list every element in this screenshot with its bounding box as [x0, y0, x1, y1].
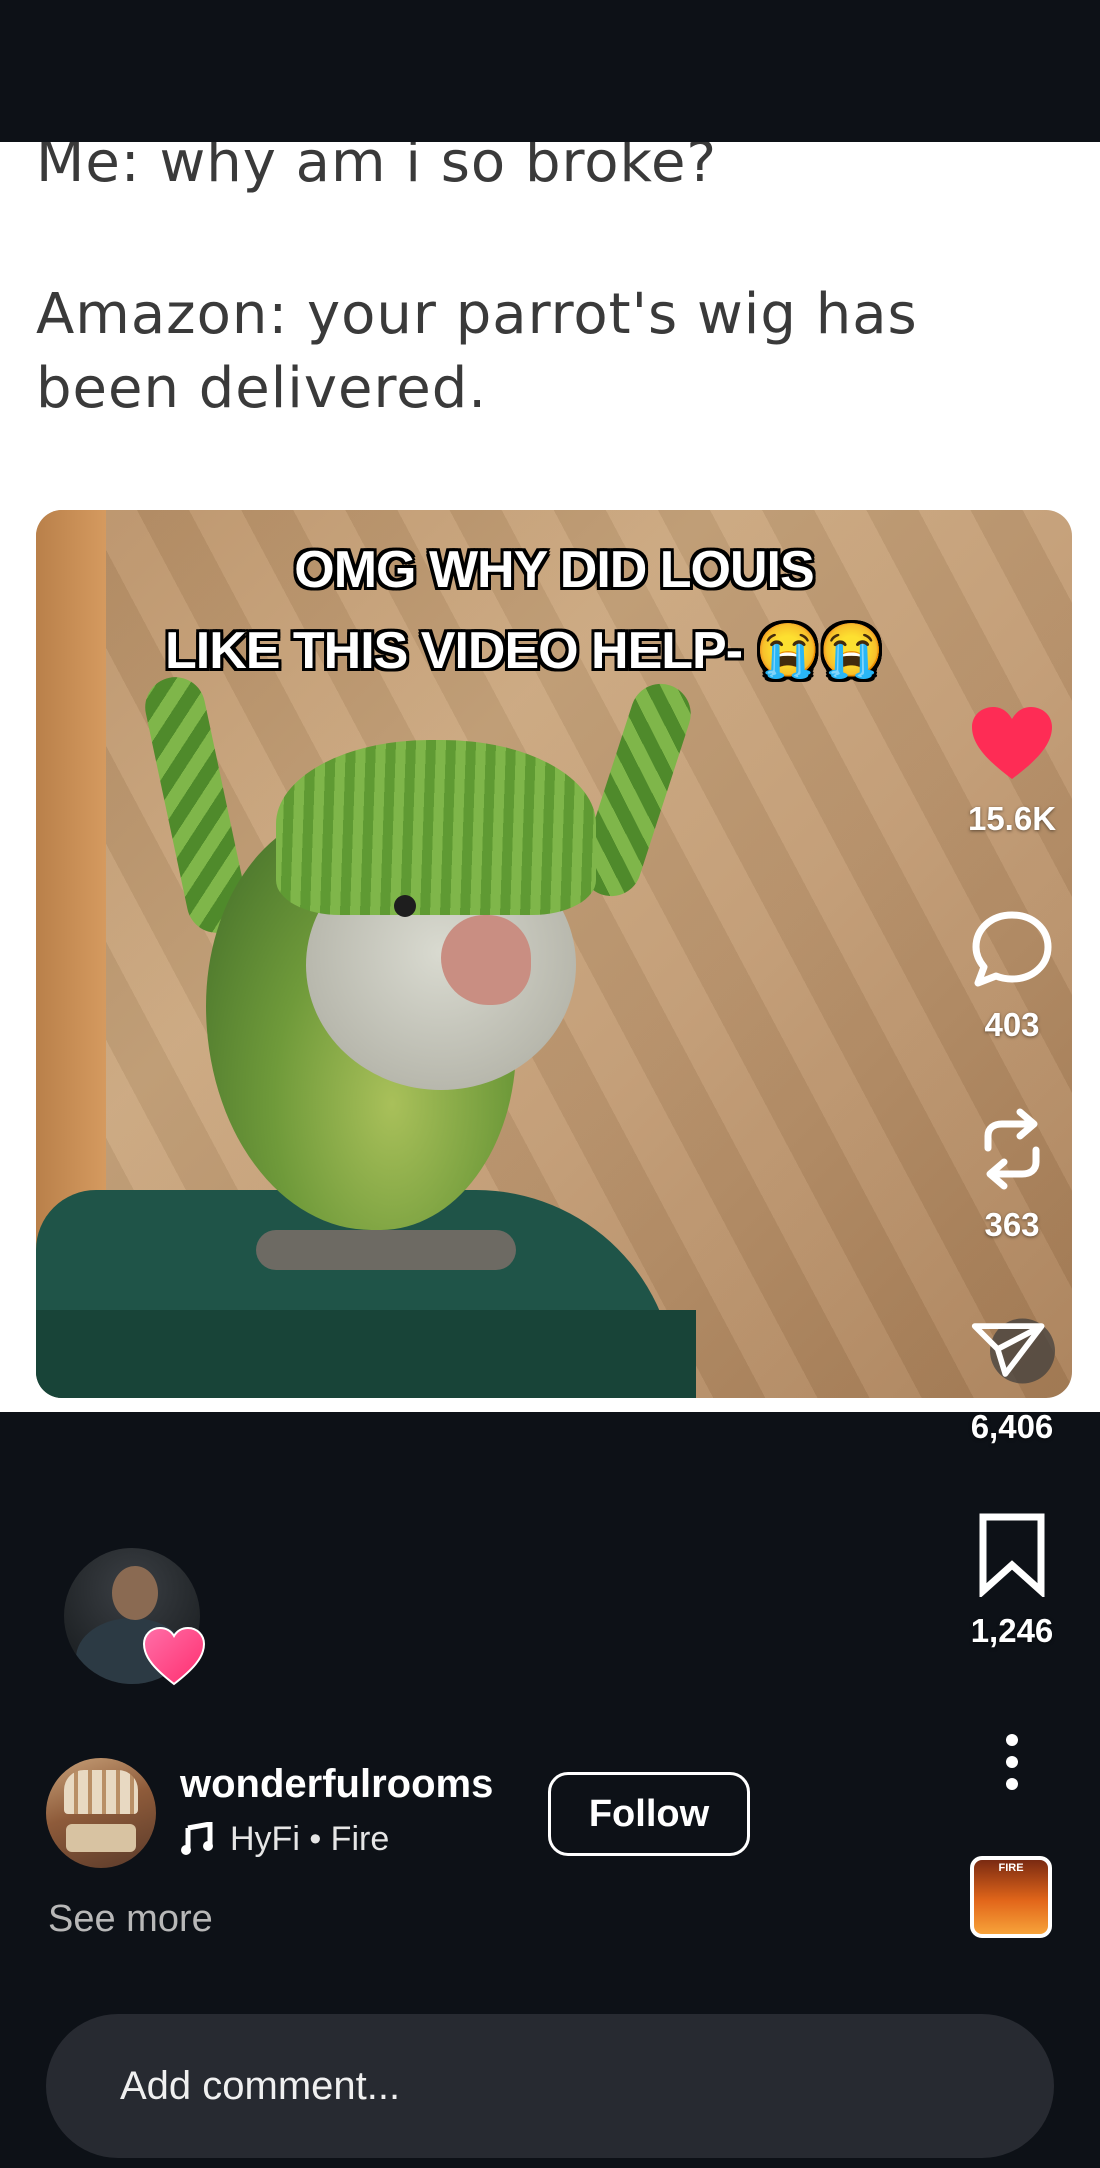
avatar-window	[64, 1770, 138, 1814]
comment-bar[interactable]	[46, 2014, 1054, 2158]
comment-icon[interactable]	[969, 906, 1055, 992]
bookmark-icon[interactable]	[969, 1512, 1055, 1598]
couch-base	[36, 1310, 696, 1398]
more-options-icon[interactable]	[1000, 1732, 1024, 1792]
repost-count: 363	[984, 1206, 1040, 1243]
comment-action[interactable]: 403	[952, 906, 1072, 1044]
avatar-head	[112, 1566, 158, 1620]
music-info[interactable]: HyFi • Fire	[230, 1820, 389, 1859]
video-scroll-indicator[interactable]	[1087, 796, 1095, 1112]
avatar-rug	[66, 1824, 136, 1852]
meme-post[interactable]: Me: why am i so broke? Amazon: your parr…	[0, 142, 1100, 1412]
repost-icon[interactable]	[969, 1106, 1055, 1192]
meme-text-answer-line2: been delivered.	[36, 356, 488, 421]
comment-count: 403	[984, 1006, 1040, 1043]
parrot-feet	[256, 1230, 516, 1270]
pink-heart-icon	[142, 1626, 206, 1686]
follow-button[interactable]: Follow	[548, 1772, 750, 1856]
meme-text-question: Me: why am i so broke?	[36, 142, 718, 195]
parrot-eye	[394, 895, 416, 917]
share-icon[interactable]	[969, 1308, 1055, 1394]
share-count: 6,406	[970, 1408, 1054, 1445]
green-wig	[276, 740, 596, 915]
save-action[interactable]: 1,246	[952, 1512, 1072, 1650]
like-action[interactable]: 15.6K	[952, 700, 1072, 838]
music-note-icon	[180, 1821, 214, 1856]
user-avatar[interactable]	[46, 1758, 156, 1868]
comment-input[interactable]	[120, 2054, 1000, 2118]
album-cover[interactable]: FIRE	[970, 1856, 1052, 1938]
status-area	[0, 0, 1100, 142]
share-action[interactable]: 6,406	[952, 1308, 1072, 1446]
parrot-beak	[441, 915, 531, 1005]
parrot-photo: OMG WHY DID LOUIS LIKE THIS VIDEO HELP- …	[36, 510, 1072, 1398]
album-label: FIRE	[998, 1862, 1024, 1874]
repost-action[interactable]: 363	[952, 1106, 1072, 1244]
like-count: 15.6K	[967, 800, 1057, 837]
video-caption-line1: OMG WHY DID LOUIS	[294, 541, 814, 599]
see-more-link[interactable]: See more	[48, 1898, 213, 1941]
username-link[interactable]: wonderfulrooms	[180, 1762, 493, 1807]
video-caption-line2: LIKE THIS VIDEO HELP- 😭😭	[165, 622, 884, 680]
meme-text-answer-line1: Amazon: your parrot's wig has	[36, 282, 918, 347]
meme-text-answer: Amazon: your parrot's wig has been deliv…	[36, 278, 918, 426]
heart-icon[interactable]	[969, 700, 1055, 786]
save-count: 1,246	[970, 1612, 1054, 1649]
